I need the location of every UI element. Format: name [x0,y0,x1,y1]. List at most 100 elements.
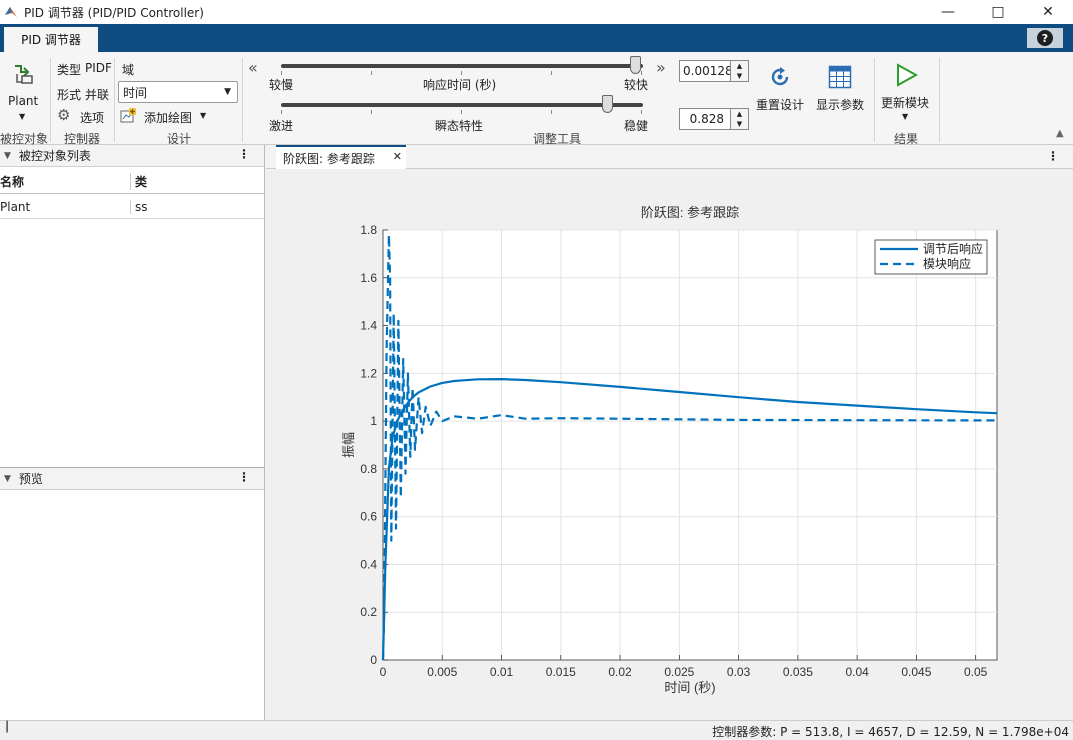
column-header-class[interactable]: 类 [131,173,147,190]
transient-field[interactable]: 0.828 ▲ ▼ [679,108,749,130]
y-tick-label: 1.2 [360,366,377,380]
slider-tick [371,71,372,75]
slider-tick [641,110,642,114]
transient-slider[interactable] [281,103,643,107]
table-row[interactable]: Plant ss [0,195,264,219]
legend[interactable]: 调节后响应 模块响应 [874,239,988,275]
document-menu-icon[interactable]: ⋮ [1047,149,1059,163]
faster-label: 较快 [624,78,649,92]
step-plot[interactable]: 0 0.005 0.01 0.015 0.02 0.025 0.03 0.035 0.04 0.0… [266,169,1073,720]
x-tick-label: 0.02 [608,665,632,679]
document-tab-label: 阶跃图: 参考跟踪 [283,151,375,166]
help-button[interactable]: ? [1027,28,1063,48]
y-tick-label: 1.4 [360,319,377,333]
x-tick-label: 0.05 [964,665,988,679]
tab-pid-tuner[interactable]: PID 调节器 [4,27,98,52]
slider-tick [281,71,282,75]
add-plot-icon [120,108,136,123]
collapse-icon[interactable]: ▼ [4,474,11,484]
plant-name-cell: Plant [0,199,131,214]
x-tick-label: 0.03 [727,665,751,679]
window-title: PID 调节器 (PID/PID Controller) [24,5,204,20]
collapse-toolstrip-icon[interactable]: ▲ [1056,128,1064,139]
plant-list-header[interactable]: ▼ 被控对象列表 ⋮ [0,145,264,167]
transient-slider-thumb[interactable] [602,95,613,113]
chevron-down-icon: ▼ [200,111,207,120]
panel-menu-icon[interactable]: ⋮ [238,470,250,484]
transient-value: 0.828 [689,112,724,126]
plot-area [382,229,998,661]
reset-design-button[interactable]: 重置设计 [754,62,808,114]
slider-tick [551,71,552,75]
title-bar: PID 调节器 (PID/PID Controller) — □ ✕ [0,0,1073,24]
window-controls: — □ ✕ [923,0,1073,24]
x-tick-label: 0.005 [427,665,457,679]
x-tick-label: 0.025 [664,665,694,679]
plant-icon [15,65,33,84]
slider-tick [641,71,642,75]
status-bar: ┃ 控制器参数: P = 513.8, I = 4657, D = 12.59,… [0,720,1073,739]
document-tab[interactable]: 阶跃图: 参考跟踪 ✕ [276,145,406,169]
update-block-button[interactable]: 更新模块 ▼ [878,60,934,126]
domain-dropdown[interactable]: 时间 ▼ [118,81,238,103]
legend-label-tuned: 调节后响应 [923,241,983,256]
response-time-slider-thumb[interactable] [630,56,641,74]
add-plot-label: 添加绘图 [144,111,193,125]
response-time-slider[interactable] [281,64,643,68]
y-tick-label: 0 [370,653,377,667]
x-tick-label: 0 [380,665,387,679]
options-button[interactable]: ⚙ 选项 [57,106,112,126]
slider-tick [281,110,282,114]
faster-arrow-icon[interactable]: » [656,58,666,77]
domain-value: 时间 [123,85,148,100]
divider [114,58,115,142]
minimize-icon[interactable]: — [923,0,973,24]
add-plot-button[interactable]: 添加绘图 ▼ [120,108,220,126]
status-text: 控制器参数: P = 513.8, I = 4657, D = 12.59, N… [712,725,1069,739]
plant-button[interactable]: Plant ▼ [2,58,46,124]
spinner-arrows-icon[interactable]: ▲ ▼ [730,109,748,129]
maximize-icon[interactable]: □ [973,0,1023,24]
form-value[interactable]: 并联 [85,86,109,103]
y-tick-label: 0.2 [360,605,377,619]
show-parameters-label: 显示参数 [816,98,865,112]
legend-label-block: 模块响应 [923,256,971,271]
toolstrip: Plant ▼ 被控对象 类型 PIDF 形式 并联 ⚙ 选项 控制器 域 时间… [0,52,1073,146]
type-label: 类型 [57,63,82,77]
domain-label: 域 [122,63,135,77]
column-header-name[interactable]: 名称 [0,173,131,190]
spinner-arrows-icon[interactable]: ▲ ▼ [730,61,748,81]
y-axis-label: 振幅 [341,432,356,458]
table-grid-icon [828,65,852,89]
update-block-label: 更新模块 [881,96,930,110]
preview-title: 预览 [18,472,43,486]
y-tick-label: 1 [370,414,377,428]
reset-design-label: 重置设计 [756,98,805,112]
chart-title: 阶跃图: 参考跟踪 [641,205,739,220]
type-value[interactable]: PIDF [85,61,112,75]
chevron-down-icon: ▼ [902,112,909,121]
plant-class-cell: ss [135,199,148,214]
table-header-row: 名称 类 [0,170,264,194]
y-tick-label: 0.6 [360,510,377,524]
collapse-icon[interactable]: ▼ [4,151,11,161]
close-tab-icon[interactable]: ✕ [393,150,402,163]
response-time-label: 响应时间 (秒) [423,78,497,92]
response-time-field[interactable]: 0.00128 ▲ ▼ [679,60,749,82]
status-left-icon[interactable]: ┃ [4,722,10,733]
slower-arrow-icon[interactable]: « [248,58,258,77]
close-icon[interactable]: ✕ [1023,0,1073,24]
slider-tick [461,110,462,114]
x-tick-label: 0.015 [546,665,576,679]
x-tick-label: 0.01 [490,665,514,679]
show-parameters-button[interactable]: 显示参数 [814,62,868,114]
plant-list-title: 被控对象列表 [18,149,91,163]
play-icon [897,63,918,87]
panel-menu-icon[interactable]: ⋮ [238,147,250,161]
response-time-value: 0.00128 [683,64,733,78]
y-tick-label: 0.4 [360,557,377,571]
preview-panel: ▼ 预览 ⋮ [0,467,265,720]
divider [939,58,940,142]
preview-header[interactable]: ▼ 预览 ⋮ [0,468,264,490]
help-icon: ? [1037,30,1053,46]
